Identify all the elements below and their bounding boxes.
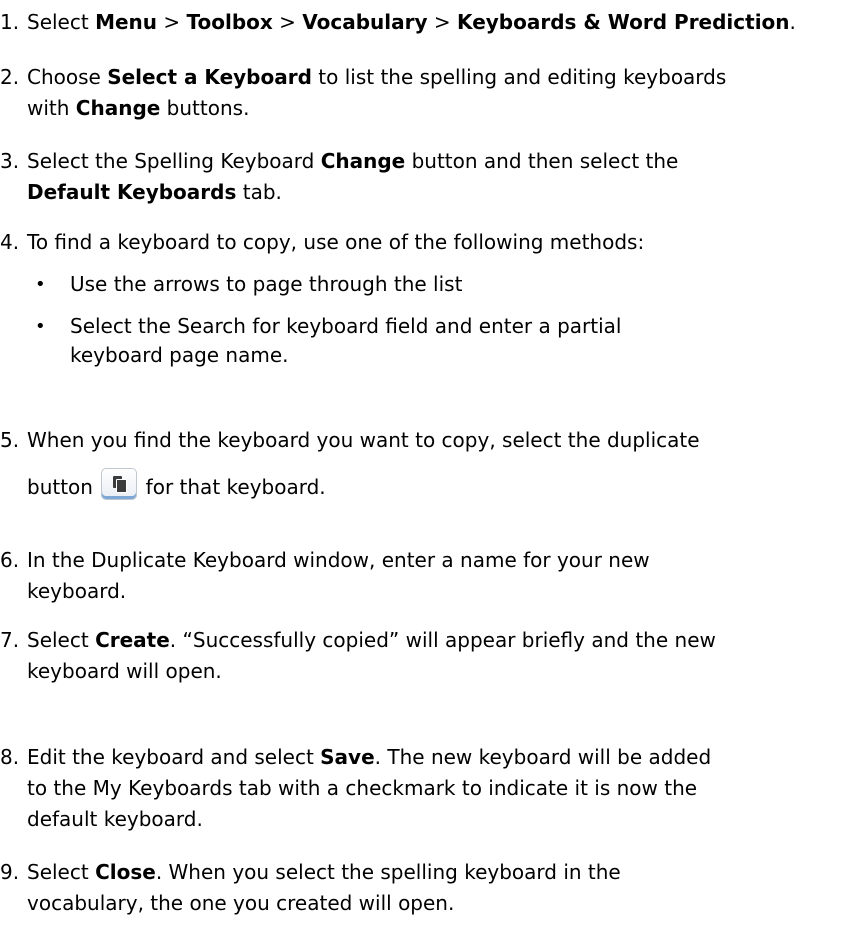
duplicate-icon-front-sheet bbox=[116, 479, 128, 493]
step-text-line: When you find the keyboard you want to c… bbox=[27, 428, 700, 453]
step-number: 3. bbox=[0, 149, 20, 173]
step-text: vocabulary, the one you created will ope… bbox=[27, 891, 455, 915]
bold-term: Close bbox=[95, 860, 156, 884]
step-text-line: Select the Spelling Keyboard Change butt… bbox=[27, 149, 678, 174]
step-text: with bbox=[27, 96, 76, 120]
step-text-line: keyboard will open. bbox=[27, 659, 222, 684]
step-text: . When you select the spelling keyboard … bbox=[155, 860, 621, 884]
step-text-line: vocabulary, the one you created will ope… bbox=[27, 891, 454, 916]
step-text: button bbox=[27, 475, 100, 499]
step-text: . bbox=[789, 10, 796, 34]
step-text: to list the spelling and editing keyboar… bbox=[311, 65, 727, 89]
instructions-document: 1. Select Menu > Toolbox > Vocabulary > K… bbox=[0, 0, 861, 938]
step-text-line: default keyboard. bbox=[27, 807, 203, 832]
step-text: button and then select the bbox=[405, 149, 679, 173]
step-text: keyboard will open. bbox=[27, 659, 222, 683]
step-text-line: Default Keyboards tab. bbox=[27, 180, 282, 205]
step-number: 9. bbox=[0, 860, 20, 884]
step-text: . The new keyboard will be added bbox=[374, 745, 712, 769]
step-text: Choose bbox=[27, 65, 108, 89]
step-text: In the Duplicate Keyboard window, enter … bbox=[27, 548, 650, 572]
step-number: 6. bbox=[0, 548, 20, 572]
step-text: to the My Keyboards tab with a checkmark… bbox=[27, 776, 698, 800]
step-text: > bbox=[157, 10, 187, 34]
step-text-line: Choose Select a Keyboard to list the spe… bbox=[27, 65, 726, 90]
step-text: keyboard. bbox=[27, 579, 127, 603]
bold-term: Create bbox=[95, 628, 170, 652]
step-text-line: to the My Keyboards tab with a checkmark… bbox=[27, 776, 697, 801]
bullet-dot: • bbox=[35, 274, 46, 295]
step-text: Select the Spelling Keyboard bbox=[27, 149, 321, 173]
step-number: 8. bbox=[0, 745, 20, 769]
step-text-line: button for that keyboard. bbox=[27, 468, 326, 500]
step-text: Select bbox=[27, 628, 96, 652]
step-number: 5. bbox=[0, 428, 20, 452]
bullet-text-line: keyboard page name. bbox=[70, 343, 289, 367]
step-text: buttons. bbox=[160, 96, 250, 120]
bullet-text-line: Select the Search for keyboard field and… bbox=[70, 314, 622, 338]
bullet-dot: • bbox=[35, 316, 46, 337]
step-text: To find a keyboard to copy, use one of t… bbox=[27, 230, 645, 254]
bold-term: Menu bbox=[95, 10, 158, 34]
step-text: . “Successfully copied” will appear brie… bbox=[169, 628, 716, 652]
step-text: Edit the keyboard and select bbox=[27, 745, 321, 769]
step-text: for that keyboard. bbox=[139, 475, 326, 499]
step-text: Select bbox=[27, 860, 96, 884]
step-number: 1. bbox=[0, 10, 20, 34]
bold-term: Select a Keyboard bbox=[107, 65, 312, 89]
step-text-line: Select Create. “Successfully copied” wil… bbox=[27, 628, 716, 653]
step-text: tab. bbox=[236, 180, 282, 204]
bold-term: Save bbox=[320, 745, 375, 769]
step-text: When you find the keyboard you want to c… bbox=[27, 428, 700, 452]
bold-term: Toolbox bbox=[186, 10, 273, 34]
step-text-line: In the Duplicate Keyboard window, enter … bbox=[27, 548, 650, 573]
bold-term: Change bbox=[75, 96, 161, 120]
step-text-line: keyboard. bbox=[27, 579, 126, 604]
bold-term: Default Keyboards bbox=[27, 180, 237, 204]
step-text: default keyboard. bbox=[27, 807, 203, 831]
step-text-line: Edit the keyboard and select Save. The n… bbox=[27, 745, 711, 770]
duplicate-icon bbox=[101, 468, 138, 500]
step-text: > bbox=[272, 10, 303, 34]
bullet-text-line: Use the arrows to page through the list bbox=[70, 272, 463, 296]
bold-term: Keyboards & Word Prediction bbox=[457, 10, 790, 34]
step-text: Select bbox=[27, 10, 96, 34]
bold-term: Change bbox=[320, 149, 406, 173]
step-number: 4. bbox=[0, 230, 20, 254]
step-text: > bbox=[427, 10, 458, 34]
step-text-line: Select Close. When you select the spelli… bbox=[27, 860, 621, 885]
bold-term: Vocabulary bbox=[302, 10, 428, 34]
step-number: 7. bbox=[0, 628, 20, 652]
step-text-line: To find a keyboard to copy, use one of t… bbox=[27, 230, 644, 255]
step-number: 2. bbox=[0, 65, 20, 89]
step-text-line: with Change buttons. bbox=[27, 96, 249, 121]
step-text-line: Select Menu > Toolbox > Vocabulary > Key… bbox=[27, 10, 796, 35]
